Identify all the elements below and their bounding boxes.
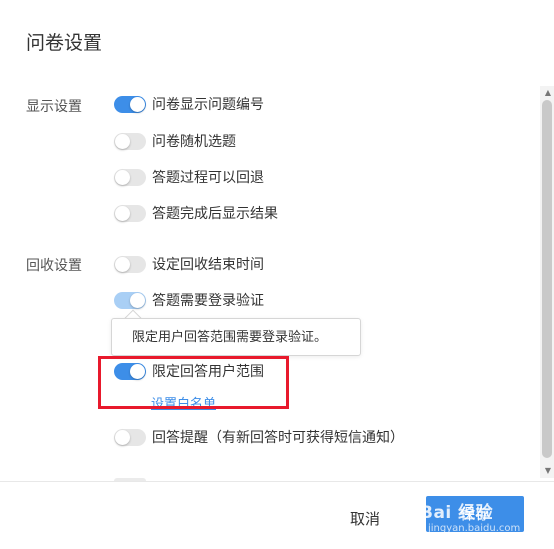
toggle-knob — [115, 205, 130, 221]
setting-label-end-time: 设定回收结束时间 — [152, 257, 264, 273]
display-settings-label: 显示设置 — [26, 99, 82, 115]
setting-row-show-question-number: 问卷显示问题编号 — [114, 93, 264, 115]
toggle-knob — [130, 96, 145, 112]
setting-label-show-question-number: 问卷显示问题编号 — [152, 97, 264, 113]
setting-row-allow-back: 答题过程可以回退 — [114, 166, 264, 188]
toggle-answer-reminder[interactable] — [114, 428, 146, 446]
toggle-show-question-number[interactable] — [114, 95, 146, 113]
setting-label-login-required: 答题需要登录验证 — [152, 293, 264, 309]
highlight-box — [98, 356, 289, 409]
setting-label-show-result: 答题完成后显示结果 — [152, 206, 278, 222]
toggle-login-required[interactable] — [114, 291, 146, 309]
baidu-watermark-url: jingyan.baidu.com — [428, 523, 521, 534]
setting-row-answer-reminder: 回答提醒（有新回答时可获得短信通知） — [114, 426, 404, 448]
setting-row-login-required: 答题需要登录验证 — [114, 289, 264, 311]
scroll-up-arrow-icon[interactable]: ▲ — [545, 88, 551, 97]
setting-label-answer-reminder: 回答提醒（有新回答时可获得短信通知） — [152, 430, 404, 446]
toggle-knob — [115, 429, 130, 445]
setting-row-show-result: 答题完成后显示结果 — [114, 202, 278, 224]
scrollbar-thumb[interactable] — [542, 100, 552, 458]
toggle-end-time[interactable] — [114, 255, 146, 273]
setting-label-allow-back: 答题过程可以回退 — [152, 170, 264, 186]
cancel-button[interactable]: 取消 — [350, 508, 380, 529]
toggle-random-questions[interactable] — [114, 132, 146, 150]
setting-row-random-questions: 问卷随机选题 — [114, 130, 236, 152]
setting-label-random-questions: 问卷随机选题 — [152, 134, 236, 150]
footer-divider — [0, 481, 554, 482]
toggle-knob — [115, 169, 130, 185]
toggle-knob — [115, 133, 130, 149]
setting-row-end-time: 设定回收结束时间 — [114, 253, 264, 275]
baidu-watermark: Bai 经验 — [420, 503, 494, 523]
toggle-show-result[interactable] — [114, 204, 146, 222]
collect-settings-label: 回收设置 — [26, 258, 82, 274]
login-tooltip: 限定用户回答范围需要登录验证。 — [111, 318, 361, 356]
toggle-knob — [115, 256, 130, 272]
dialog-title: 问卷设置 — [26, 32, 103, 54]
toggle-allow-back[interactable] — [114, 168, 146, 186]
scroll-down-arrow-icon[interactable]: ▼ — [545, 466, 551, 475]
toggle-knob — [130, 292, 145, 308]
